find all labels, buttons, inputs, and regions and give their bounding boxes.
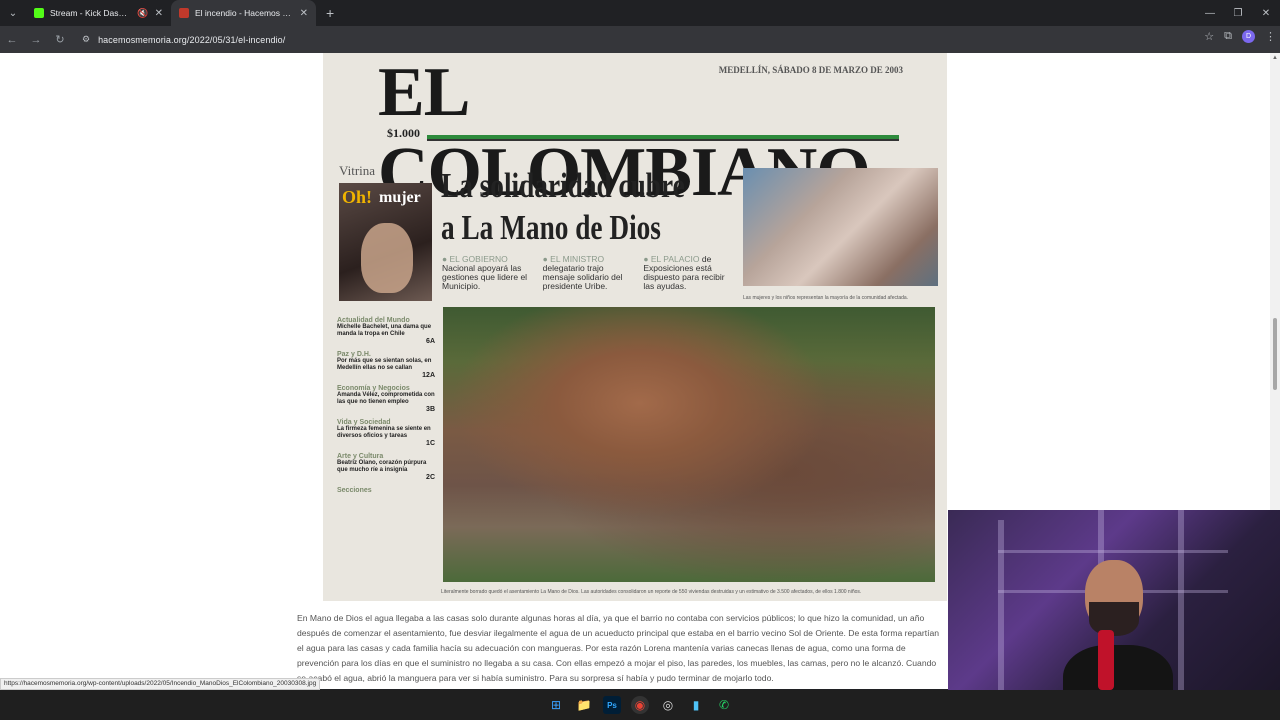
sidebar-section: Vida y Sociedad bbox=[337, 419, 391, 426]
oh-label: Oh! bbox=[342, 187, 373, 207]
reload-icon[interactable]: ↻ bbox=[48, 33, 72, 46]
subhead-column: ● EL GOBIERNO Nacional apoyará las gesti… bbox=[442, 255, 535, 291]
sidebar-text: Por más que se sientan solas, en Medellí… bbox=[337, 358, 432, 371]
main-photo-caption: Literalmente borrado quedó el asentamien… bbox=[441, 589, 862, 595]
close-tab-icon[interactable]: ✕ bbox=[300, 8, 308, 19]
article-paragraph: En Mano de Dios el agua llegaba a las ca… bbox=[297, 613, 940, 683]
sidebar-section: Paz y D.H. bbox=[337, 351, 371, 358]
photoshop-icon[interactable]: Ps bbox=[603, 696, 621, 714]
link-status-bar: https://hacemosmemoria.org/wp-content/up… bbox=[0, 678, 321, 690]
streamer-beard bbox=[1089, 602, 1139, 636]
window-controls: — ❐ ✕ bbox=[1196, 0, 1280, 26]
url-text[interactable]: hacemosmemoria.org/2022/05/31/el-incendi… bbox=[98, 35, 285, 45]
chrome-icon[interactable]: ◉ bbox=[631, 696, 649, 714]
site-favicon-icon bbox=[179, 8, 189, 18]
sidebar-page: 3B bbox=[426, 406, 435, 413]
subhead-column: ● EL PALACIO de Exposiciones está dispue… bbox=[643, 255, 736, 291]
sidebar-page: 2C bbox=[426, 474, 435, 481]
bookmark-star-icon[interactable]: ☆ bbox=[1204, 30, 1214, 43]
mute-icon[interactable]: 🔇 bbox=[137, 8, 148, 19]
subhead-text: Nacional apoyará las gestiones que lider… bbox=[442, 263, 528, 291]
masthead-rule bbox=[427, 139, 899, 141]
newspaper-price: $1.000 bbox=[387, 126, 420, 140]
sidebar-text: La firmeza femenina se siente en diverso… bbox=[337, 426, 431, 439]
newspaper-image[interactable]: EL COLOMBIANO MEDELLÍN, SÁBADO 8 DE MARZ… bbox=[323, 53, 947, 601]
vitrina-label: Vitrina bbox=[339, 163, 376, 178]
app-icon[interactable]: ▮ bbox=[687, 696, 705, 714]
whatsapp-icon[interactable]: ✆ bbox=[715, 696, 733, 714]
newspaper-headline: La solidaridad cubre a La Mano de Dios bbox=[441, 165, 685, 249]
subhead-text: delegatario trajo mensaje solidario del … bbox=[542, 263, 623, 291]
newspaper-sidebar: Actualidad del Mundo Michelle Bachelet, … bbox=[337, 311, 435, 494]
browser-toolbar: ← → ↻ ⚙ hacemosmemoria.org/2022/05/31/el… bbox=[0, 26, 1280, 53]
sidebar-section: Actualidad del Mundo bbox=[337, 317, 410, 324]
sidebar-page: 6A bbox=[426, 338, 435, 345]
burned-neighborhood-photo bbox=[443, 307, 935, 582]
restore-icon[interactable]: ❐ bbox=[1224, 8, 1252, 19]
webcam-overlay bbox=[948, 510, 1280, 720]
sidebar-section: Economía y Negocios bbox=[337, 385, 410, 392]
sidebar-section: Secciones bbox=[337, 487, 372, 494]
headline-line-1: La solidaridad cubre bbox=[441, 166, 685, 205]
tab-title: El incendio - Hacemos Memoria bbox=[195, 8, 294, 18]
subhead-column: ● EL MINISTRO delegatario trajo mensaje … bbox=[543, 255, 636, 291]
menu-kebab-icon[interactable]: ⋮ bbox=[1265, 30, 1276, 43]
minimize-icon[interactable]: — bbox=[1196, 8, 1224, 19]
scroll-up-icon[interactable]: ▲ bbox=[1272, 55, 1278, 61]
taskbar: ⊞ 📁 Ps ◉ ◎ ▮ ✆ bbox=[0, 690, 1280, 720]
sidebar-page: 1C bbox=[426, 440, 435, 447]
windows-start-icon[interactable]: ⊞ bbox=[547, 696, 565, 714]
back-icon[interactable]: ← bbox=[0, 34, 24, 46]
file-explorer-icon[interactable]: 📁 bbox=[575, 696, 593, 714]
oh-mujer-cover: Oh! mujer bbox=[339, 183, 432, 301]
profile-avatar[interactable]: D bbox=[1242, 30, 1255, 43]
tab-el-incendio[interactable]: El incendio - Hacemos Memoria ✕ bbox=[171, 0, 316, 26]
obs-icon[interactable]: ◎ bbox=[659, 696, 677, 714]
scrollbar-thumb[interactable] bbox=[1273, 318, 1277, 390]
shelf-post bbox=[1178, 510, 1184, 710]
microphone bbox=[1098, 630, 1114, 690]
crowd-photo-caption: Las mujeres y los niños representan la m… bbox=[743, 295, 909, 301]
headline-line-2: a La Mano de Dios bbox=[441, 208, 661, 247]
kick-favicon-icon bbox=[34, 8, 44, 18]
sidebar-text: Beatriz Olano, corazón púrpura que mucho… bbox=[337, 460, 427, 473]
new-tab-button[interactable]: + bbox=[316, 0, 344, 26]
sidebar-text: Michelle Bachelet, una dama que manda la… bbox=[337, 324, 432, 337]
forward-icon[interactable]: → bbox=[24, 34, 48, 46]
close-window-icon[interactable]: ✕ bbox=[1252, 8, 1280, 19]
sidebar-text: Amanda Vélez, comprometida con las que n… bbox=[337, 392, 435, 405]
sidebar-page: 12A bbox=[422, 372, 435, 379]
close-tab-icon[interactable]: ✕ bbox=[155, 8, 163, 19]
newspaper-dateline: MEDELLÍN, SÁBADO 8 DE MARZO DE 2003 bbox=[718, 65, 903, 75]
tab-kick-dashboard[interactable]: Stream - Kick Dashboard 🔇 ✕ bbox=[26, 0, 171, 26]
tab-search-icon[interactable]: ⌄ bbox=[0, 0, 26, 26]
extensions-icon[interactable]: ⧉ bbox=[1224, 30, 1232, 43]
subheads: ● EL GOBIERNO Nacional apoyará las gesti… bbox=[442, 255, 736, 291]
address-bar[interactable]: ⚙ hacemosmemoria.org/2022/05/31/el-incen… bbox=[76, 30, 1194, 49]
crowd-photo bbox=[743, 168, 938, 286]
tab-title: Stream - Kick Dashboard bbox=[50, 8, 131, 18]
tab-strip: ⌄ Stream - Kick Dashboard 🔇 ✕ El incendi… bbox=[0, 0, 1280, 26]
site-info-icon[interactable]: ⚙ bbox=[82, 34, 90, 45]
sidebar-section: Arte y Cultura bbox=[337, 453, 384, 460]
mujer-label: mujer bbox=[379, 189, 421, 206]
cover-face bbox=[361, 223, 413, 293]
